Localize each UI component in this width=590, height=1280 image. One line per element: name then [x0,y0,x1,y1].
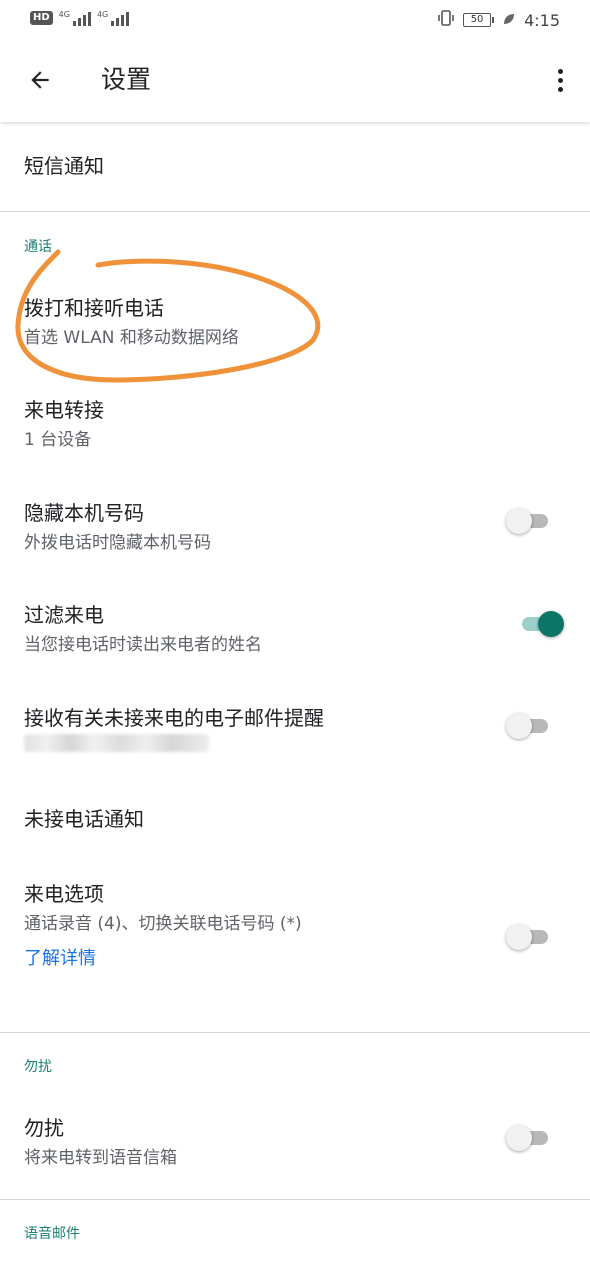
sms-notification-item[interactable]: 短信通知 [24,150,104,179]
incoming-call-options-subtitle: 通话录音 (4)、切换关联电话号码 (*) [24,914,302,934]
more-vert-icon [557,68,563,74]
more-options-button[interactable] [548,62,572,98]
calls-item-title[interactable]: 拨打和接听电话 [24,292,164,321]
missed-call-notifications-item[interactable]: 未接电话通知 [24,803,144,832]
redacted-email [24,734,209,752]
status-left: HD 4G 4G [30,10,130,26]
app-bar: 设置 [0,40,590,122]
arrow-back-icon [31,71,49,89]
missed-call-email-toggle[interactable] [506,711,554,741]
dnd-title[interactable]: 勿扰 [24,1112,64,1141]
missed-call-email-title[interactable]: 接收有关未接来电的电子邮件提醒 [24,702,324,731]
section-header-calls: 通话 [24,239,52,255]
page-title: 设置 [101,65,152,94]
divider [0,211,590,212]
divider [0,1199,590,1200]
screen-calls-toggle[interactable] [516,609,564,639]
divider [0,1032,590,1033]
vibrate-icon [437,9,455,31]
calls-item-subtitle: 首选 WLAN 和移动数据网络 [24,328,239,348]
battery-icon: 50 [463,13,495,27]
clock: 4:15 [524,10,560,30]
learn-more-link[interactable]: 了解详情 [24,944,96,970]
hide-caller-id-subtitle: 外拨电话时隐藏本机号码 [24,533,211,553]
hide-caller-id-toggle[interactable] [506,506,554,536]
status-bar: HD 4G 4G 50 4:15 [0,0,590,40]
signal-sim2-icon: 4G [97,10,130,26]
leaf-icon [502,11,516,30]
dnd-subtitle: 将来电转到语音信箱 [24,1148,177,1168]
section-header-voicemail: 语音邮件 [24,1226,80,1242]
screen-calls-title[interactable]: 过滤来电 [24,599,104,628]
call-forwarding-subtitle: 1 台设备 [24,430,92,450]
call-forwarding-title[interactable]: 来电转接 [24,394,104,423]
signal-sim1-icon: 4G [59,10,91,26]
screen-calls-subtitle: 当您接电话时读出来电者的姓名 [24,635,262,655]
incoming-call-options-title[interactable]: 来电选项 [24,878,104,907]
hd-voice-icon: HD [30,11,53,25]
dnd-toggle[interactable] [506,1123,554,1153]
section-header-dnd: 勿扰 [24,1059,52,1075]
hide-caller-id-title[interactable]: 隐藏本机号码 [24,497,144,526]
back-button[interactable] [22,62,58,98]
incoming-call-options-toggle[interactable] [506,922,554,952]
status-right: 50 4:15 [437,9,560,31]
